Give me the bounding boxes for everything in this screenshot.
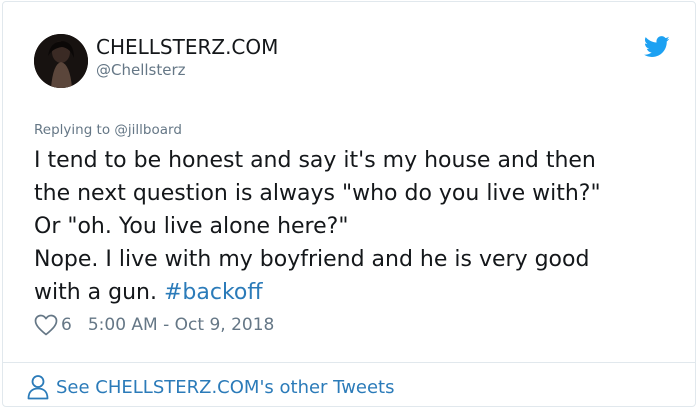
tweet-meta: 6 5:00 AM - Oct 9, 2018 [34,313,274,337]
tweet-line: I tend to be honest and say it's my hous… [34,148,596,173]
author-handle[interactable]: @Chellsterz [96,61,186,79]
like-count[interactable]: 6 [61,315,72,335]
tweet-line-last: with a gun. #backoff [34,276,684,309]
tweet-line: the next question is always "who do you … [34,181,601,206]
tweet-line-prefix: with a gun. [34,280,164,305]
tweet-card: CHELLSTERZ.COM @Chellsterz Replying to @… [2,1,696,407]
hashtag-link[interactable]: #backoff [164,280,263,305]
divider [3,362,695,363]
see-other-tweets-label: See CHELLSTERZ.COM's other Tweets [56,376,395,398]
tweet-text: I tend to be honest and say it's my hous… [34,144,684,309]
replying-to[interactable]: Replying to @jillboard [34,122,182,138]
twitter-bird-icon[interactable] [644,36,670,58]
tweet-line: Nope. I live with my boyfriend and he is… [34,247,590,272]
timestamp[interactable]: 5:00 AM - Oct 9, 2018 [88,315,275,335]
see-other-tweets-link[interactable]: See CHELLSTERZ.COM's other Tweets [26,374,395,400]
author-name[interactable]: CHELLSTERZ.COM [96,35,278,59]
person-icon [27,375,49,400]
avatar[interactable] [34,34,88,88]
heart-icon[interactable] [34,314,58,336]
tweet-line: Or "oh. You live alone here?" [34,214,349,239]
